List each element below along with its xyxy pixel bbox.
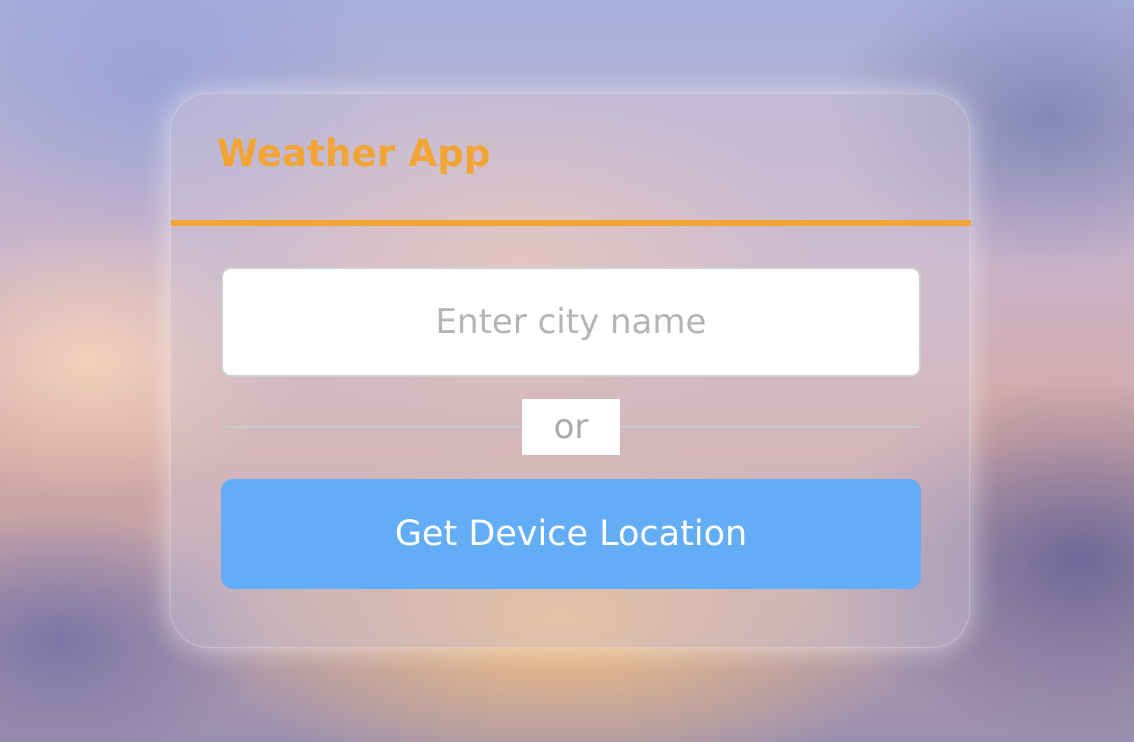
app-title: Weather App xyxy=(217,132,491,175)
or-separator-label: or xyxy=(522,399,620,455)
weather-card: Weather App or Get Device Location xyxy=(170,93,971,648)
get-device-location-button[interactable]: Get Device Location xyxy=(221,479,921,589)
title-divider xyxy=(171,220,971,226)
city-search-input[interactable] xyxy=(221,267,921,377)
